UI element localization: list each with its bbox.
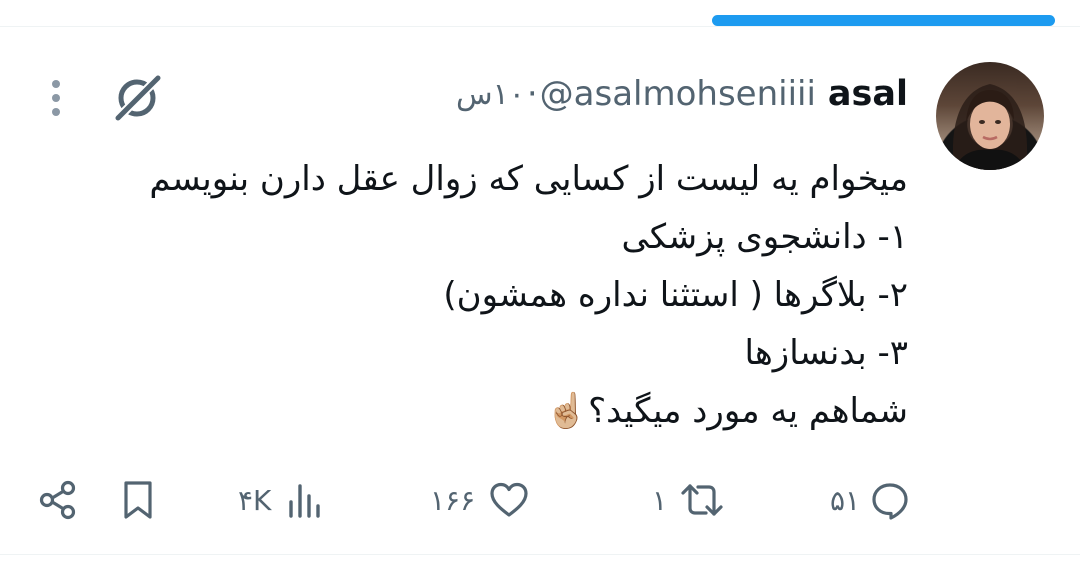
bookmark-icon: [120, 479, 156, 521]
like-button[interactable]: ۱۶۶: [430, 478, 529, 522]
heart-icon: [489, 481, 529, 519]
bookmark-button[interactable]: [120, 478, 156, 522]
tweet-header: ۱۰س · @asalmohseniiii asal: [456, 64, 908, 124]
top-divider: [0, 26, 1080, 27]
views-icon: [287, 480, 323, 520]
retweet-button[interactable]: ۱: [652, 478, 725, 522]
retweet-icon: [679, 480, 725, 520]
tweet-text-line: میخوام یه لیست از کسایی که زوال عقل دارن…: [149, 159, 908, 199]
display-name[interactable]: asal: [828, 74, 908, 114]
views-count: ۴K: [238, 483, 272, 517]
more-vertical-icon[interactable]: [44, 76, 68, 120]
grok-icon[interactable]: [110, 72, 166, 124]
reply-icon: [870, 480, 910, 520]
tweet-text-line: شماهم یه مورد میگید؟☝🏼: [545, 391, 908, 431]
tweet-text-line: ۳- بدنسازها: [744, 333, 908, 373]
user-handle[interactable]: @asalmohseniiii: [540, 74, 816, 114]
tweet-text: میخوام یه لیست از کسایی که زوال عقل دارن…: [108, 150, 908, 440]
reply-button[interactable]: ۵۱: [830, 478, 910, 522]
bottom-divider: [0, 554, 1080, 555]
retweet-count: ۱: [652, 483, 668, 517]
tweet-text-line: ۱- دانشجوی پزشکی: [621, 217, 908, 257]
tweet-text-line: ۲- بلاگرها ( استثنا نداره همشون): [443, 275, 908, 315]
progress-bar: [712, 15, 1058, 26]
like-count: ۱۶۶: [430, 483, 476, 517]
views-button[interactable]: ۴K: [238, 478, 323, 522]
reply-count: ۵۱: [830, 483, 861, 517]
tweet-timestamp[interactable]: ۱۰س: [456, 77, 525, 112]
progress-bar-fill: [712, 15, 1055, 26]
separator-dot: ·: [526, 74, 538, 114]
share-button[interactable]: [38, 478, 78, 522]
avatar[interactable]: [936, 62, 1044, 170]
share-icon: [38, 479, 78, 521]
